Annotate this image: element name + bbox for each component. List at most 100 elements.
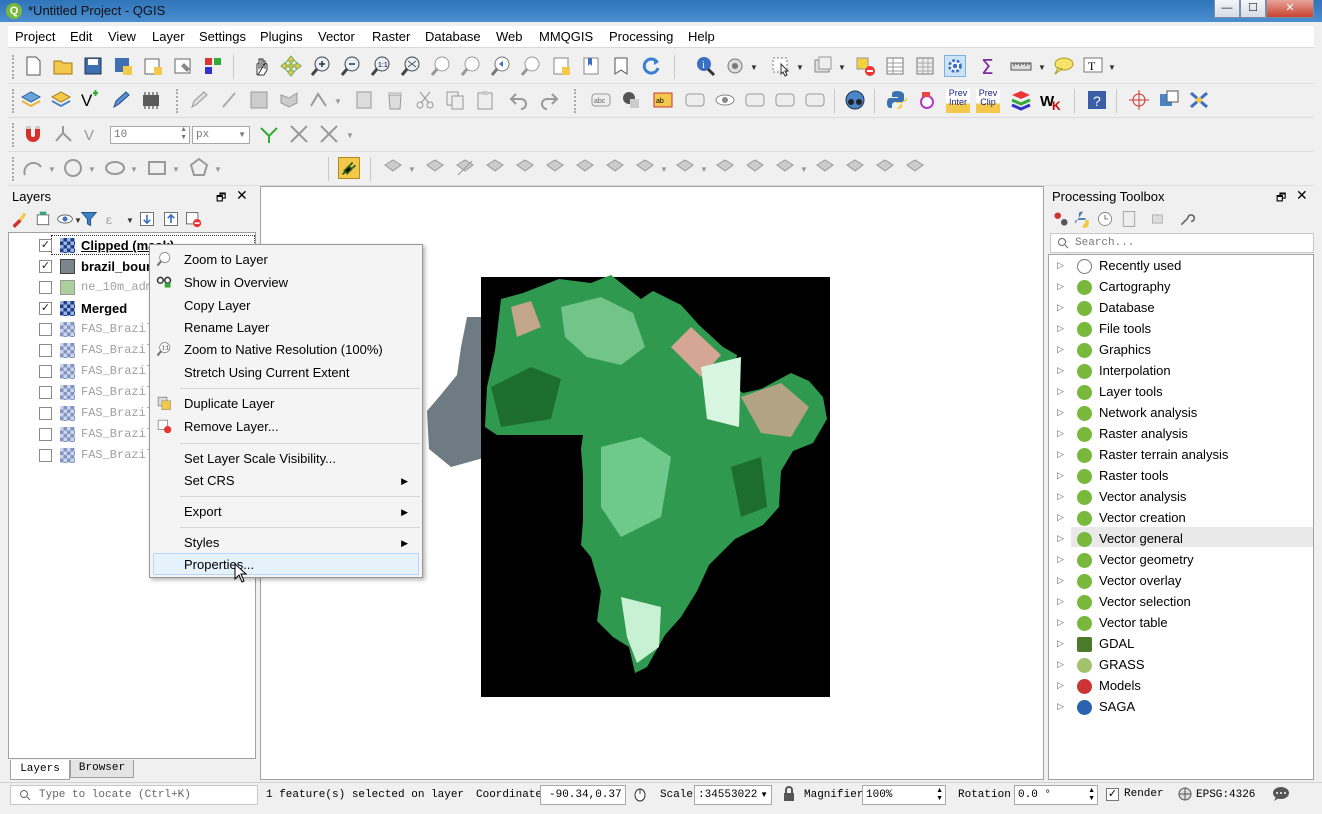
expand-arrow-icon[interactable]: ▷	[1057, 428, 1064, 439]
menu-copy-layer[interactable]: Copy Layer	[184, 298, 250, 313]
label-properties-icon[interactable]	[804, 89, 826, 111]
processing-group-item[interactable]: ▷ Vector selection	[1057, 593, 1317, 613]
layer-visibility-checkbox[interactable]	[39, 365, 52, 378]
save-as-icon[interactable]	[112, 55, 134, 77]
plugin-circle-icon[interactable]	[916, 89, 938, 111]
minimize-button[interactable]: —	[1214, 0, 1240, 18]
help-question-icon[interactable]: ?	[1086, 89, 1108, 111]
expand-arrow-icon[interactable]: ▷	[1057, 302, 1064, 313]
text-annotation-icon[interactable]: T	[1082, 55, 1104, 77]
history-clock-icon[interactable]	[1096, 210, 1114, 228]
new-bookmark-icon[interactable]	[550, 55, 572, 77]
menu-help[interactable]: Help	[688, 29, 715, 44]
menu-database[interactable]: Database	[425, 29, 481, 44]
new-project-icon[interactable]	[22, 55, 44, 77]
expand-arrow-icon[interactable]: ▷	[1057, 281, 1064, 292]
menu-zoom-to-layer[interactable]: Zoom to Layer	[184, 252, 268, 267]
data-source-manager-icon[interactable]	[20, 89, 42, 111]
layer-visibility-checkbox[interactable]	[39, 344, 52, 357]
python-scripts-icon[interactable]	[1074, 210, 1092, 228]
processing-group-item[interactable]: ▷ Vector geometry	[1057, 551, 1317, 571]
chevron-down-icon[interactable]: ▼	[796, 63, 804, 72]
label-move-icon[interactable]	[684, 89, 706, 111]
add-part-icon[interactable]	[714, 157, 736, 179]
vertex-tool-icon[interactable]	[308, 89, 330, 111]
wkt-icon[interactable]: WK	[1040, 89, 1062, 111]
processing-group-item[interactable]: ▷ GRASS	[1057, 656, 1317, 676]
label-highlight-icon[interactable]: ab	[652, 89, 674, 111]
label-show-hide-eye-icon[interactable]	[714, 89, 736, 111]
processing-group-item[interactable]: ▷ Database	[1057, 299, 1317, 319]
chevron-down-icon[interactable]: ▼	[172, 165, 180, 174]
toolbar-grip[interactable]	[176, 89, 180, 113]
chevron-down-icon[interactable]: ▼	[700, 165, 708, 174]
edit-pencil-icon[interactable]	[188, 89, 210, 111]
modify-attributes-icon[interactable]	[354, 89, 376, 111]
expand-all-icon[interactable]	[138, 210, 156, 228]
globe-binoculars-icon[interactable]	[844, 89, 866, 111]
offset-point-symbols-icon[interactable]	[604, 157, 626, 179]
merge-features-icon[interactable]	[514, 157, 536, 179]
layer-visibility-checkbox[interactable]	[39, 323, 52, 336]
processing-group-item[interactable]: ▷ Raster analysis	[1057, 425, 1317, 445]
chevron-down-icon[interactable]: ▼	[750, 63, 758, 72]
expand-arrow-icon[interactable]: ▷	[1057, 491, 1064, 502]
chevron-down-icon[interactable]: ▼	[130, 165, 138, 174]
snapping-tolerance-input[interactable]: 10 ▲ ▼	[110, 126, 190, 144]
copy-features-icon[interactable]	[444, 89, 466, 111]
snapping-unit-select[interactable]: px ▼	[192, 126, 250, 144]
processing-search-input[interactable]: Search...	[1050, 233, 1314, 253]
close-panel-icon[interactable]: ✕	[236, 187, 248, 204]
network-tool-icon[interactable]	[1188, 89, 1210, 111]
open-project-icon[interactable]	[52, 55, 74, 77]
menu-zoom-native-resolution[interactable]: Zoom to Native Resolution (100%)	[184, 342, 383, 357]
magnifier-spinbox[interactable]: 100% ▲ ▼	[862, 785, 946, 805]
expand-arrow-icon[interactable]: ▷	[1057, 386, 1064, 397]
float-panel-icon[interactable]: 🗗	[216, 189, 226, 208]
chevron-down-icon[interactable]: ▼	[88, 165, 96, 174]
label-abc-icon[interactable]: abc	[590, 89, 612, 111]
identify-features-icon[interactable]: i	[694, 55, 716, 77]
advanced-digitize-icon-2[interactable]	[424, 157, 446, 179]
menu-web[interactable]: Web	[496, 29, 523, 44]
split-features-icon[interactable]	[454, 157, 476, 179]
reverse-line-icon[interactable]	[874, 157, 896, 179]
split-parts-icon[interactable]	[484, 157, 506, 179]
prev-clip-button[interactable]: Prev Clip	[976, 89, 1000, 113]
menu-raster[interactable]: Raster	[372, 29, 410, 44]
processing-group-item[interactable]: ▷ Vector overlay	[1057, 572, 1317, 592]
menu-duplicate-layer[interactable]: Duplicate Layer	[184, 396, 274, 411]
fill-ring-icon[interactable]	[744, 157, 766, 179]
tab-browser[interactable]: Browser	[70, 760, 134, 778]
toolbar-grip[interactable]	[12, 89, 16, 113]
zoom-full-icon[interactable]	[400, 55, 422, 77]
processing-options-wrench-icon[interactable]	[1178, 210, 1196, 228]
rotate-point-symbols-icon[interactable]	[574, 157, 596, 179]
label-change-icon[interactable]	[774, 89, 796, 111]
add-circular-string-icon[interactable]	[22, 157, 44, 179]
advanced-digitize-icon-1[interactable]	[382, 157, 404, 179]
messages-speech-bubble-icon[interactable]	[1272, 786, 1290, 802]
layer-visibility-checkbox[interactable]: ✓	[39, 260, 52, 273]
redo-icon[interactable]	[538, 89, 560, 111]
prev-inter-button[interactable]: Prev Inter	[946, 89, 970, 113]
toggle-editing-icon[interactable]	[218, 89, 240, 111]
float-panel-icon[interactable]: 🗗	[1276, 189, 1286, 208]
spinner-arrows-icon[interactable]: ▲ ▼	[180, 126, 187, 142]
layer-visibility-checkbox[interactable]	[39, 281, 52, 294]
add-ellipse-icon[interactable]	[104, 157, 126, 179]
expand-arrow-icon[interactable]: ▷	[1057, 365, 1064, 376]
layout-manager-icon[interactable]	[172, 55, 194, 77]
expand-arrow-icon[interactable]: ▷	[1057, 617, 1064, 628]
expand-arrow-icon[interactable]: ▷	[1057, 470, 1064, 481]
map-tips-balloon-icon[interactable]	[1052, 55, 1074, 77]
processing-group-item[interactable]: ▷ Vector table	[1057, 614, 1317, 634]
scale-combobox[interactable]: :34553022 ▼	[694, 785, 772, 805]
menu-view[interactable]: View	[108, 29, 136, 44]
edit-in-place-icon[interactable]	[1150, 210, 1168, 228]
toolbar-grip[interactable]	[574, 89, 578, 113]
chevron-down-icon[interactable]: ▼	[800, 165, 808, 174]
add-circle-icon[interactable]	[62, 157, 84, 179]
chevron-down-icon[interactable]: ▼	[126, 216, 134, 225]
pan-hand-icon[interactable]	[250, 55, 272, 77]
